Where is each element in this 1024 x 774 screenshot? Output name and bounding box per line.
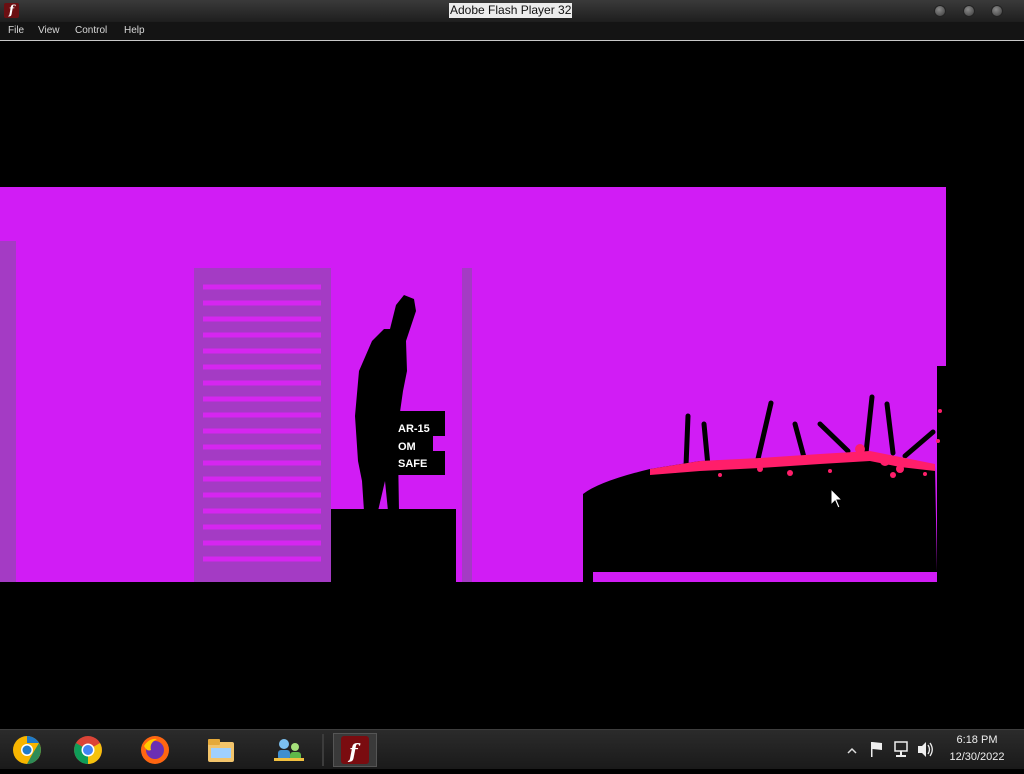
sign-line-1: AR-15 bbox=[398, 423, 430, 435]
taskbar-separator bbox=[322, 734, 324, 766]
clock-time[interactable]: 6:18 PM bbox=[944, 734, 1010, 746]
flash-player-button[interactable]: f bbox=[333, 733, 377, 767]
network-users-icon bbox=[274, 739, 304, 761]
sign-line-3: SAFE bbox=[398, 458, 427, 470]
pole bbox=[462, 268, 472, 582]
right-wall bbox=[937, 366, 946, 582]
speaker-icon bbox=[918, 742, 933, 757]
flash-app-icon[interactable]: f bbox=[4, 3, 19, 18]
chrome-canary-button[interactable] bbox=[5, 733, 49, 767]
chrome-button[interactable] bbox=[66, 733, 110, 767]
chevron-up-icon bbox=[847, 747, 857, 754]
network-users-button[interactable] bbox=[267, 733, 311, 767]
striped-building bbox=[194, 268, 331, 582]
flash-player-icon: f bbox=[341, 736, 369, 764]
menu-help[interactable]: Help bbox=[124, 25, 145, 37]
minimize-button[interactable] bbox=[934, 5, 946, 17]
file-explorer-icon bbox=[208, 739, 234, 762]
network-status[interactable] bbox=[892, 730, 910, 769]
maximize-button[interactable] bbox=[963, 5, 975, 17]
volume-control[interactable] bbox=[916, 730, 934, 769]
window-title: Adobe Flash Player 32 bbox=[449, 3, 573, 18]
firefox-icon bbox=[141, 736, 169, 764]
flash-stage[interactable]: AR-15 OM SAFE bbox=[0, 41, 1024, 729]
action-center[interactable] bbox=[868, 730, 884, 769]
network-icon bbox=[894, 741, 908, 757]
ledge-block bbox=[331, 509, 456, 582]
menu-file[interactable]: File bbox=[8, 25, 24, 37]
clock-date[interactable]: 12/30/2022 bbox=[944, 751, 1010, 763]
file-explorer-button[interactable] bbox=[199, 733, 243, 767]
game-scene[interactable]: AR-15 OM SAFE bbox=[0, 41, 1024, 729]
menu-control[interactable]: Control bbox=[75, 25, 107, 37]
chrome-icon bbox=[74, 736, 102, 764]
title-bar: f Adobe Flash Player 32 bbox=[0, 0, 1024, 22]
show-hidden-icons[interactable] bbox=[846, 730, 858, 769]
firefox-button[interactable] bbox=[133, 733, 177, 767]
chrome-canary-icon bbox=[13, 736, 41, 764]
left-building bbox=[0, 241, 16, 582]
taskbar: f 6:18 PM 12/30/2022 bbox=[0, 729, 1024, 769]
menu-view[interactable]: View bbox=[38, 25, 60, 37]
close-button[interactable] bbox=[991, 5, 1003, 17]
flag-icon bbox=[871, 742, 882, 757]
menu-bar: File View Control Help bbox=[0, 22, 1024, 41]
sign-line-2: OM bbox=[398, 441, 416, 453]
